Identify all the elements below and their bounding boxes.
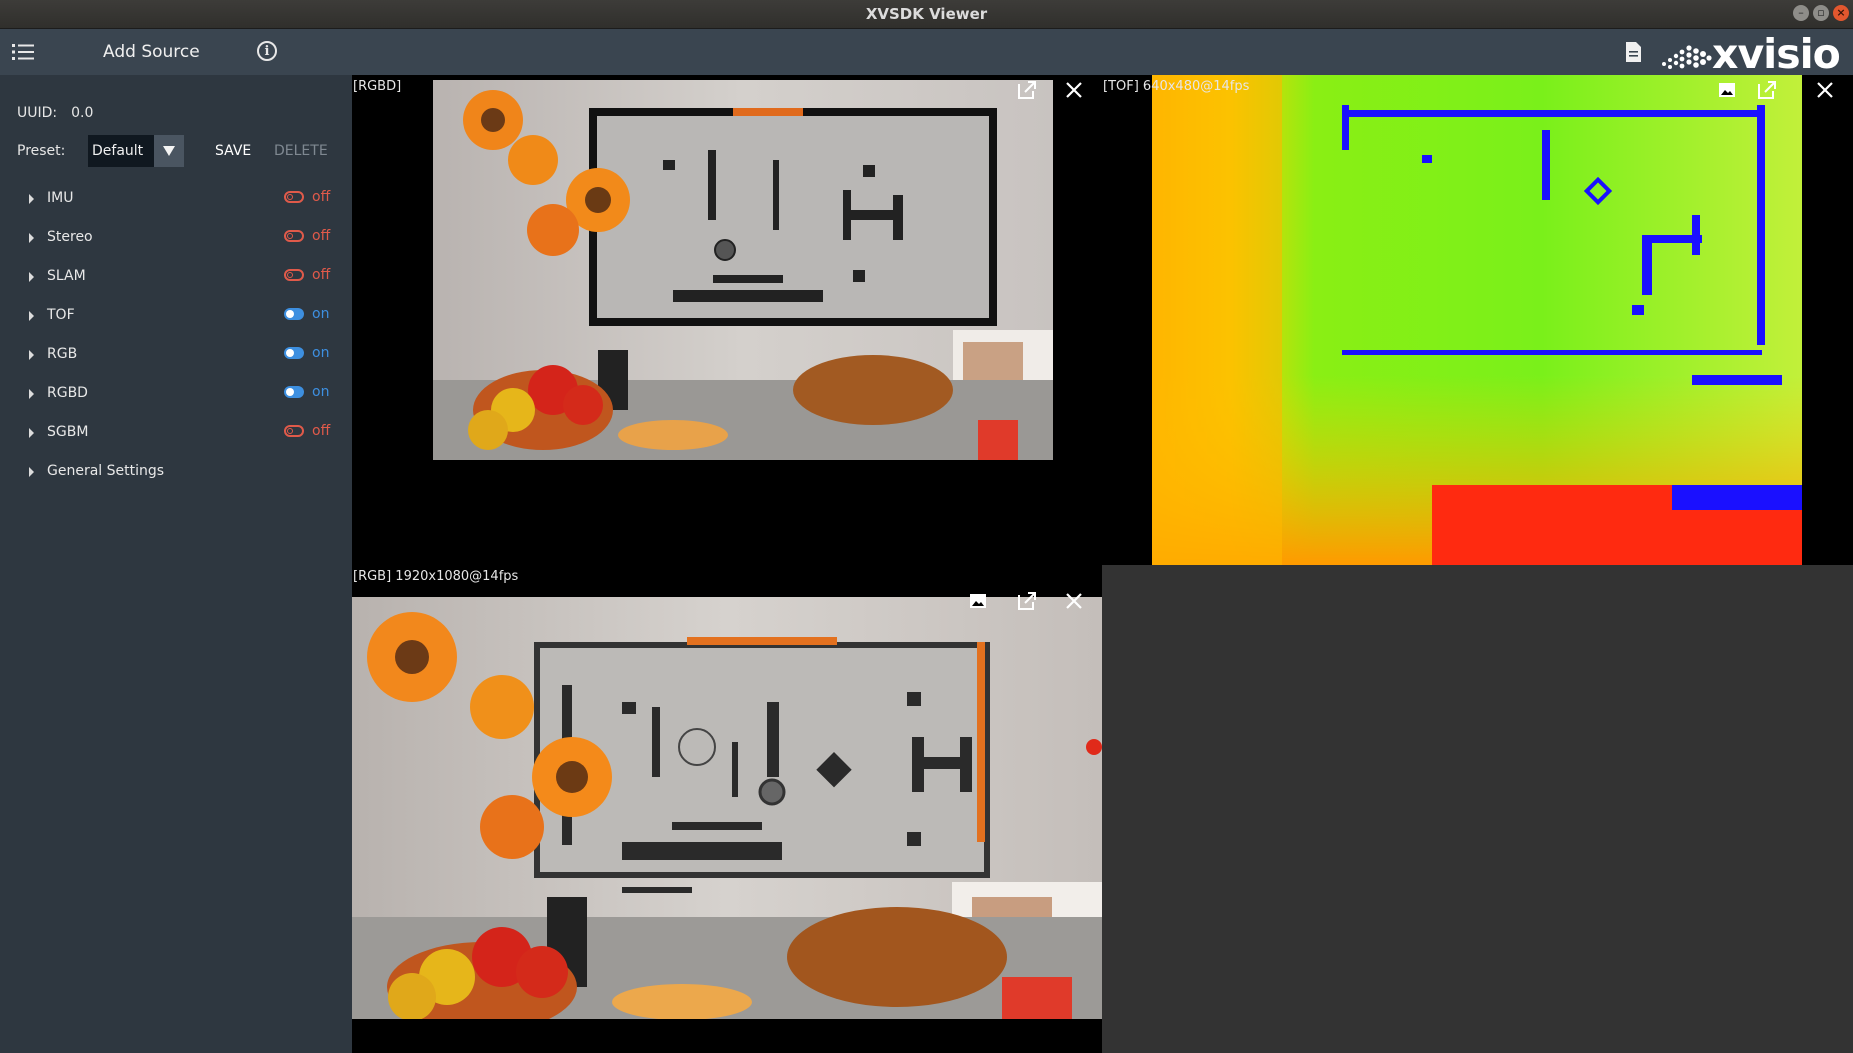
uuid-value: 0.0	[71, 105, 94, 121]
sidebar-item-label: General Settings	[47, 463, 165, 479]
rgb-toggle[interactable]	[284, 347, 304, 359]
document-icon[interactable]	[1624, 41, 1642, 63]
list-icon[interactable]	[12, 41, 38, 63]
rgbd-stream-image	[433, 80, 1053, 460]
slam-toggle[interactable]	[284, 269, 304, 281]
sidebar-item-imu[interactable]: IMU off	[0, 185, 352, 215]
close-icon[interactable]	[1814, 79, 1836, 101]
minimize-button[interactable]: –	[1793, 5, 1809, 21]
image-icon[interactable]	[967, 590, 989, 612]
window-title: XVSDK Viewer	[865, 5, 988, 23]
toggle-knob	[287, 428, 293, 434]
tof-toggle[interactable]	[284, 308, 304, 320]
toggle-state: on	[312, 345, 330, 361]
toggle-state: off	[312, 189, 331, 205]
toggle-state: on	[312, 306, 330, 322]
stereo-toggle[interactable]	[284, 230, 304, 242]
toggle-state: off	[312, 423, 331, 439]
sidebar-item-label: IMU	[47, 190, 74, 206]
caret-right-icon[interactable]	[29, 311, 34, 321]
toggle-knob	[286, 310, 294, 318]
imu-toggle[interactable]	[284, 191, 304, 203]
caret-right-icon[interactable]	[29, 233, 34, 243]
info-icon[interactable]: i	[257, 41, 277, 61]
window-titlebar: XVSDK Viewer – ▫ ×	[0, 0, 1853, 29]
toggle-state: on	[312, 384, 330, 400]
close-icon[interactable]	[1063, 590, 1085, 612]
brand-dots-icon	[1662, 45, 1712, 69]
maximize-button[interactable]: ▫	[1813, 5, 1829, 21]
empty-view-area	[1102, 565, 1853, 1053]
preset-value: Default	[92, 143, 144, 159]
rgb-panel: [RGB] 1920x1080@14fps	[352, 565, 1102, 1053]
sidebar-item-label: Stereo	[47, 229, 93, 245]
toggle-state: off	[312, 267, 331, 283]
caret-right-icon[interactable]	[29, 389, 34, 399]
sidebar-item-label: RGBD	[47, 385, 88, 401]
popout-icon[interactable]	[1016, 79, 1038, 101]
sidebar-item-sgbm[interactable]: SGBM off	[0, 419, 352, 449]
close-icon[interactable]	[1063, 79, 1085, 101]
dropdown-arrow-icon[interactable]	[154, 135, 184, 167]
app-toolbar: Add Source i xvisio	[0, 29, 1853, 78]
uuid-label: UUID:	[17, 105, 58, 121]
save-button[interactable]: SAVE	[215, 143, 251, 159]
sidebar-item-rgbd[interactable]: RGBD on	[0, 380, 352, 410]
add-source-button[interactable]: Add Source	[103, 42, 200, 62]
sidebar-item-stereo[interactable]: Stereo off	[0, 224, 352, 254]
sidebar-item-slam[interactable]: SLAM off	[0, 263, 352, 293]
preset-dropdown[interactable]: Default	[88, 135, 184, 167]
uuid-row: UUID: 0.0	[17, 105, 93, 121]
toggle-knob	[286, 388, 294, 396]
sidebar-item-label: TOF	[47, 307, 75, 323]
delete-button[interactable]: DELETE	[274, 143, 328, 159]
sidebar-item-label: SGBM	[47, 424, 89, 440]
rgbd-panel-label: [RGBD]	[353, 79, 402, 94]
sidebar-item-general-settings[interactable]: General Settings	[0, 458, 352, 488]
caret-right-icon[interactable]	[29, 350, 34, 360]
popout-icon[interactable]	[1016, 590, 1038, 612]
tof-panel-label: [TOF] 640x480@14fps	[1103, 79, 1250, 94]
sidebar-item-tof[interactable]: TOF on	[0, 302, 352, 332]
tof-panel: [TOF] 640x480@14fps	[1102, 75, 1853, 565]
sidebar-item-rgb[interactable]: RGB on	[0, 341, 352, 371]
toggle-state: off	[312, 228, 331, 244]
caret-right-icon[interactable]	[29, 272, 34, 282]
toggle-knob	[287, 272, 293, 278]
rgbd-panel: [RGBD]	[352, 75, 1102, 565]
brand-name: xvisio	[1712, 30, 1841, 78]
sidebar-item-label: SLAM	[47, 268, 86, 284]
tof-depth-image	[1152, 75, 1802, 565]
image-icon[interactable]	[1716, 79, 1738, 101]
caret-right-icon[interactable]	[29, 467, 34, 477]
toggle-knob	[287, 233, 293, 239]
toggle-knob	[286, 349, 294, 357]
rgb-stream-image	[352, 597, 1102, 1019]
preset-label: Preset:	[17, 143, 66, 159]
sidebar-item-label: RGB	[47, 346, 78, 362]
popout-icon[interactable]	[1756, 79, 1778, 101]
close-window-button[interactable]: ×	[1833, 5, 1849, 21]
sidebar: UUID: 0.0 Preset: Default SAVE DELETE IMU…	[0, 75, 352, 1053]
brand-logo: xvisio	[1660, 30, 1850, 78]
sgbm-toggle[interactable]	[284, 425, 304, 437]
rgb-panel-label: [RGB] 1920x1080@14fps	[353, 569, 519, 584]
caret-right-icon[interactable]	[29, 194, 34, 204]
rgbd-toggle[interactable]	[284, 386, 304, 398]
caret-right-icon[interactable]	[29, 428, 34, 438]
toggle-knob	[287, 194, 293, 200]
